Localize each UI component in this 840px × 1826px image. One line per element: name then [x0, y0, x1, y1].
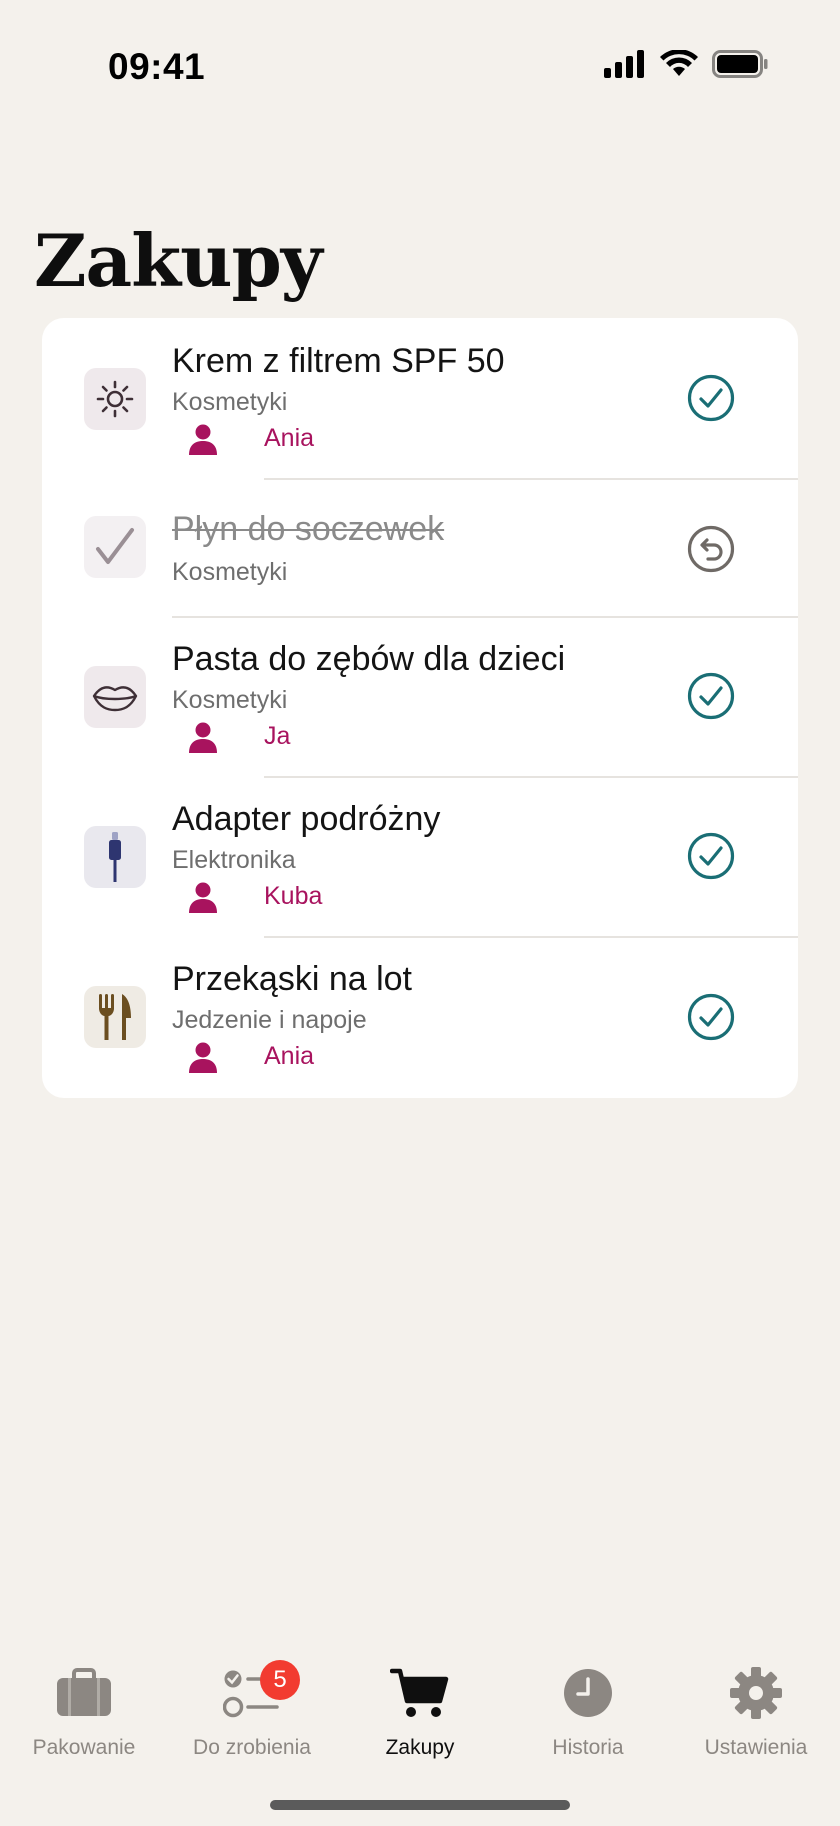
gear-icon: [729, 1662, 783, 1724]
item-category: Kosmetyki: [172, 686, 288, 714]
tab-label: Historia: [552, 1736, 624, 1759]
list-item[interactable]: Płyn do soczewek Kosmetyki: [42, 480, 798, 616]
shopping-list: Krem z filtrem SPF 50 Kosmetyki Ania Pły…: [42, 318, 798, 1098]
check-icon[interactable]: [686, 671, 736, 721]
item-title: Płyn do soczewek: [172, 510, 445, 548]
home-indicator[interactable]: [270, 1800, 570, 1810]
status-time: 09:41: [108, 46, 206, 87]
cart-icon: [390, 1662, 450, 1724]
tab-ustawienia[interactable]: Ustawienia: [672, 1640, 840, 1760]
tab-do-zrobienia[interactable]: Do zrobienia 5: [168, 1640, 336, 1760]
check-icon[interactable]: [686, 992, 736, 1042]
tab-label: Ustawienia: [704, 1736, 808, 1759]
item-person: Ja: [264, 722, 291, 750]
notification-badge: 5: [260, 1660, 300, 1700]
list-item[interactable]: Przekąski na lot Jedzenie i napoje Ania: [42, 938, 798, 1098]
suitcase-icon: [55, 1662, 113, 1724]
list-item[interactable]: Pasta do zębów dla dzieci Kosmetyki Ja: [42, 618, 798, 776]
list-item[interactable]: Adapter podróżny Elektronika Kuba: [42, 778, 798, 936]
check-icon[interactable]: [686, 373, 736, 423]
wifi-icon: [660, 50, 698, 76]
item-title: Przekąski na lot: [172, 960, 412, 998]
check-icon[interactable]: [686, 831, 736, 881]
page-title: Zakupy: [34, 218, 323, 303]
list-item[interactable]: Krem z filtrem SPF 50 Kosmetyki Ania: [42, 318, 798, 478]
person-icon: [189, 424, 217, 455]
tab-label: Pakowanie: [32, 1736, 136, 1759]
sun-icon: [84, 368, 146, 430]
battery-icon: [712, 50, 768, 78]
lips-icon: [84, 666, 146, 728]
status-icons: [604, 50, 768, 78]
tab-label: Zakupy: [385, 1736, 455, 1759]
item-category: Kosmetyki: [172, 388, 288, 416]
item-category: Elektronika: [172, 846, 296, 874]
tab-historia[interactable]: Historia: [504, 1640, 672, 1760]
item-person: Ania: [264, 424, 315, 452]
item-title: Pasta do zębów dla dzieci: [172, 640, 566, 678]
item-category: Jedzenie i napoje: [172, 1006, 367, 1034]
tab-label: Do zrobienia: [193, 1736, 311, 1759]
fork-knife-icon: [84, 986, 146, 1048]
item-title: Krem z filtrem SPF 50: [172, 342, 505, 380]
item-person: Ania: [264, 1042, 315, 1070]
tab-pakowanie[interactable]: Pakowanie: [0, 1640, 168, 1760]
signal-icon: [604, 50, 644, 78]
tab-bar: Pakowanie Do zrobienia 5 Zakupy Historia…: [0, 1640, 840, 1780]
plug-icon: [84, 826, 146, 888]
item-category: Kosmetyki: [172, 558, 288, 586]
person-icon: [189, 882, 217, 913]
person-icon: [189, 1042, 217, 1073]
status-bar: 09:41: [0, 0, 840, 130]
tab-zakupy[interactable]: Zakupy: [336, 1640, 504, 1760]
clock-icon: [562, 1662, 614, 1724]
checkmark-icon: [84, 516, 146, 578]
undo-icon[interactable]: [686, 524, 736, 574]
person-icon: [189, 722, 217, 753]
item-person: Kuba: [264, 882, 323, 910]
item-title: Adapter podróżny: [172, 800, 441, 838]
